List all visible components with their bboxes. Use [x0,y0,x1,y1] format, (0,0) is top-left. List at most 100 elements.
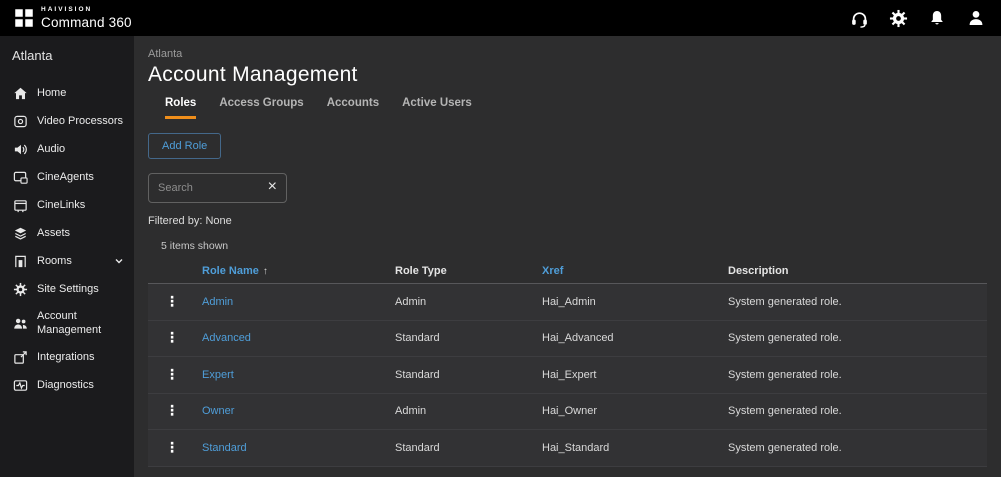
user-account-button[interactable] [965,7,987,29]
support-button[interactable] [848,7,870,29]
sidebar-item-label: Video Processors [37,114,124,127]
tab-access-groups[interactable]: Access Groups [219,97,303,119]
headset-icon [851,11,867,28]
table-row: ⋮ Expert Standard Hai_Expert System gene… [148,357,987,394]
sidebar-item-cinelinks[interactable]: CineLinks [0,191,134,219]
sidebar-item-audio[interactable]: Audio [0,135,134,163]
page-title: Account Management [148,63,358,86]
description-cell: System generated role. [728,295,842,308]
speaker-icon [12,141,28,157]
sidebar-item-label: Assets [37,226,71,239]
role-name-link[interactable]: Standard [202,442,247,454]
role-type-cell: Admin [395,295,427,308]
breadcrumb: Atlanta [148,48,183,60]
row-menu-button[interactable]: ⋮ [148,368,179,382]
app-logo: HAIVISION Command 360 [14,6,132,30]
column-header-label: Role Name [202,264,259,277]
column-header-description: Description [728,264,789,277]
sidebar: Atlanta Home Video Processors Audio Cine… [0,36,134,477]
sort-ascending-icon: ↑ [262,265,268,277]
sidebar-item-cineagents[interactable]: CineAgents [0,163,134,191]
sidebar-item-assets[interactable]: Assets [0,219,134,247]
bell-icon [931,11,943,25]
table-row: ⋮ Standard Standard Hai_Standard System … [148,430,987,467]
sidebar-item-account-management[interactable]: Account Management [0,303,134,344]
tab-bar: Roles Access Groups Accounts Active User… [165,97,987,119]
items-shown-count: 5 items shown [161,240,229,252]
role-type-cell: Standard [395,441,440,454]
cineagents-icon [12,169,28,185]
table-row: ⋮ Owner Admin Hai_Owner System generated… [148,393,987,430]
sidebar-item-label: Integrations [37,351,95,364]
search-box: × [148,173,287,203]
table-row: ⋮ Advanced Standard Hai_Advanced System … [148,320,987,357]
sidebar-item-label: CineAgents [37,170,94,183]
description-cell: System generated role. [728,405,842,418]
row-menu-button[interactable]: ⋮ [148,295,179,309]
xref-cell: Hai_Advanced [542,332,614,345]
sidebar-item-diagnostics[interactable]: Diagnostics [0,372,134,400]
notifications-button[interactable] [926,7,948,29]
brand-name: HAIVISION [41,6,93,13]
description-cell: System generated role. [728,441,842,454]
sidebar-item-label: Rooms [37,254,72,267]
sidebar-item-label: Home [37,86,67,99]
main-content: Atlanta Account Management Roles Access … [134,36,1001,477]
sidebar-item-integrations[interactable]: Integrations [0,344,134,372]
sidebar-item-site-settings[interactable]: Site Settings [0,275,134,303]
sidebar-item-home[interactable]: Home [0,79,134,107]
sidebar-item-label: CineLinks [37,198,86,211]
product-name: Command 360 [41,14,132,30]
column-header-role-type: Role Type [395,264,447,277]
role-type-cell: Standard [395,368,440,381]
sidebar-item-label: Account Management [37,310,102,337]
gear-icon [889,9,907,27]
gear-icon [12,281,28,297]
sidebar-item-rooms[interactable]: Rooms [0,247,134,275]
table-row: ⋮ Admin Admin Hai_Admin System generated… [148,284,987,321]
site-name: Atlanta [12,48,53,63]
sidebar-item-label: Site Settings [37,282,99,295]
video-processor-icon [12,113,28,129]
cinelinks-icon [12,197,28,213]
users-icon [12,315,28,331]
add-role-button[interactable]: Add Role [148,133,222,159]
role-type-cell: Standard [395,332,440,345]
layers-icon [12,225,28,241]
xref-cell: Hai_Admin [542,295,596,308]
chevron-down-icon [114,256,124,266]
row-menu-button[interactable]: ⋮ [148,331,179,345]
clear-search-icon[interactable]: × [262,179,277,197]
role-name-link[interactable]: Admin [202,296,233,308]
sidebar-item-label: Audio [37,142,66,155]
sidebar-item-label: Diagnostics [37,379,94,392]
rooms-icon [12,253,28,269]
settings-button[interactable] [887,7,909,29]
xref-cell: Hai_Owner [542,405,598,418]
diagnostics-icon [12,378,28,394]
haivision-logo-icon [15,9,33,27]
role-name-link[interactable]: Expert [202,369,234,381]
sidebar-item-video-processors[interactable]: Video Processors [0,107,134,135]
column-header-xref[interactable]: Xref [542,265,728,277]
role-name-link[interactable]: Advanced [202,332,251,344]
table-header-row: Role Name ↑ Role Type Xref Description [148,258,987,284]
filter-status: Filtered by: None [148,215,232,227]
row-menu-button[interactable]: ⋮ [148,441,179,455]
integrations-icon [12,350,28,366]
tab-roles[interactable]: Roles [165,97,197,119]
tab-active-users[interactable]: Active Users [402,97,472,119]
tab-accounts[interactable]: Accounts [327,97,379,119]
role-type-cell: Admin [395,405,427,418]
column-header-role-name[interactable]: Role Name ↑ [202,265,395,277]
xref-cell: Hai_Standard [542,441,610,454]
xref-cell: Hai_Expert [542,368,597,381]
description-cell: System generated role. [728,332,842,345]
roles-table: Role Name ↑ Role Type Xref Description ⋮ … [148,258,987,467]
search-input[interactable] [158,182,262,194]
role-name-link[interactable]: Owner [202,405,234,417]
description-cell: System generated role. [728,368,842,381]
row-menu-button[interactable]: ⋮ [148,404,179,418]
person-icon [969,11,983,25]
home-icon [12,85,28,101]
